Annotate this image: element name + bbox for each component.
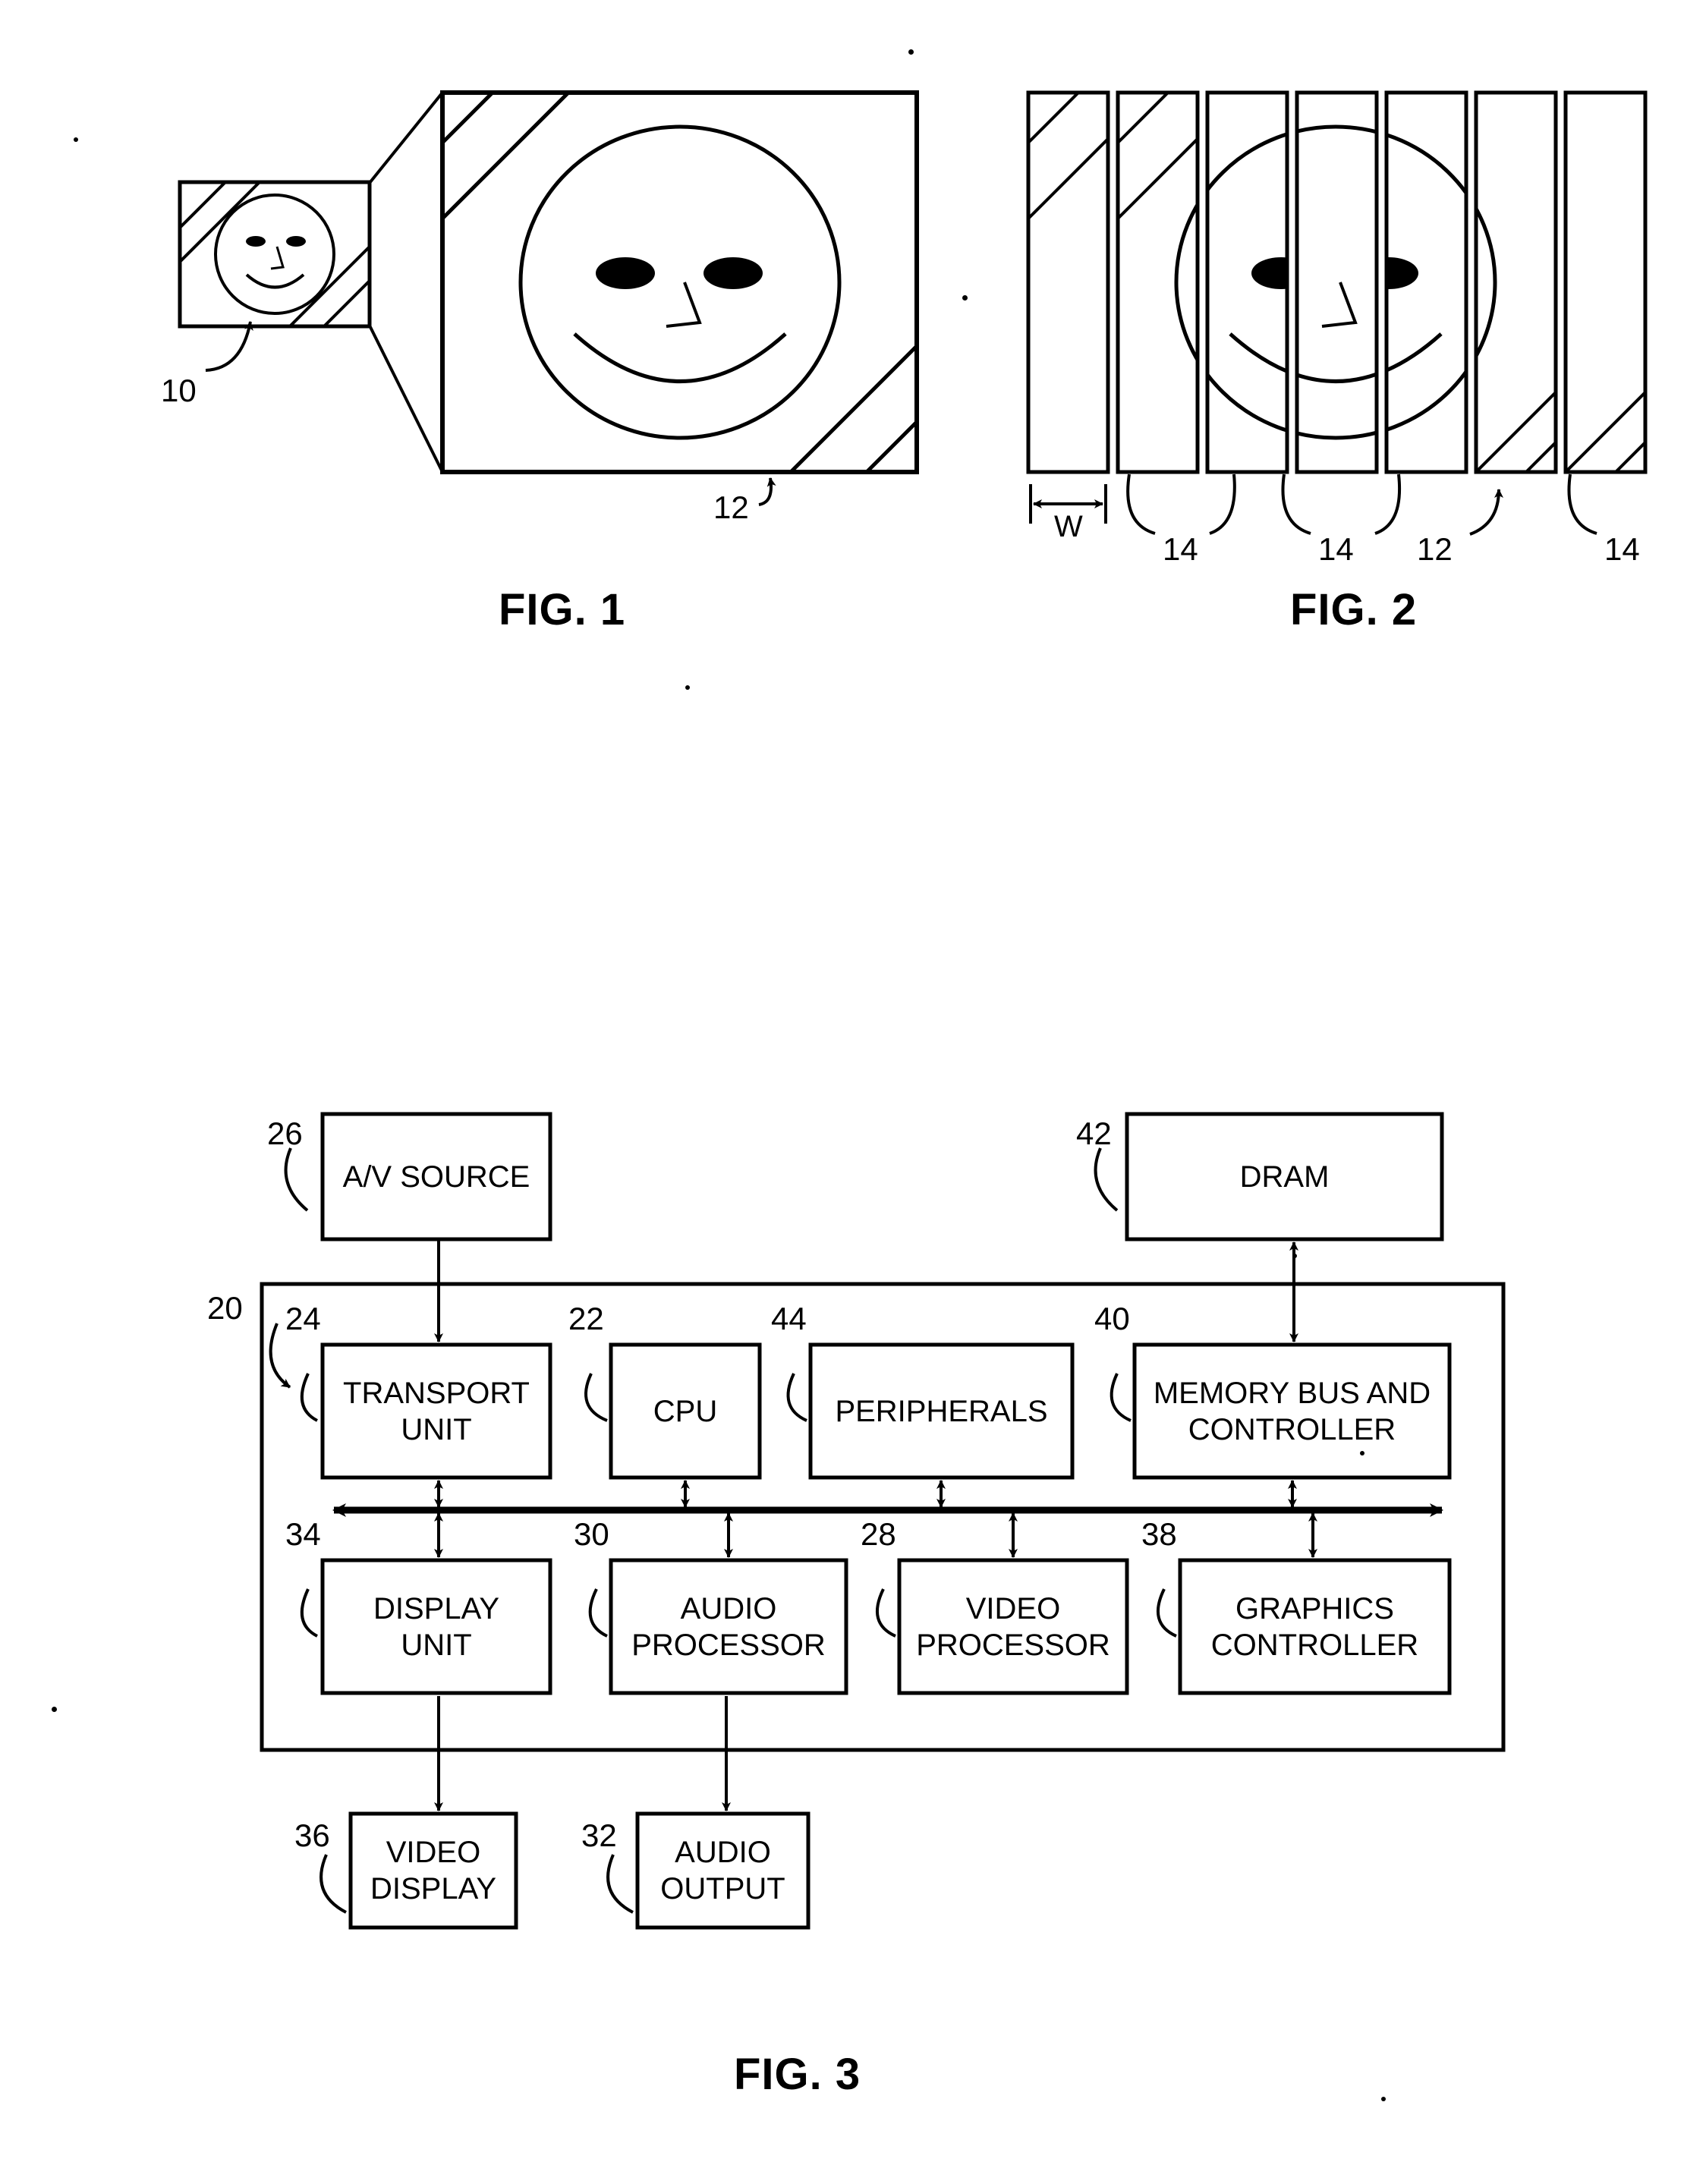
figure-3-leaders xyxy=(269,1147,1177,1914)
ref-numeral-14-a: 14 xyxy=(1163,531,1198,567)
figure-1-group xyxy=(178,90,919,506)
leader-12-fig1 xyxy=(758,477,776,506)
ref-numeral-12-fig1: 12 xyxy=(713,489,749,525)
leader-10 xyxy=(205,321,253,372)
corner-hatching-large xyxy=(442,93,917,472)
figure-2-group xyxy=(1026,90,1648,536)
ref-numeral-36: 36 xyxy=(294,1817,330,1853)
scan-speck xyxy=(908,49,914,55)
display-unit-label: DISPLAY UNIT xyxy=(373,1591,499,1662)
scan-speck xyxy=(1292,1254,1297,1258)
corner-hatching-small xyxy=(180,182,370,326)
leader-32 xyxy=(606,1854,634,1914)
leader-14-c xyxy=(1567,474,1597,535)
figure-2-leaders xyxy=(1126,474,1597,536)
patent-drawing-sheet: FIG. 1 FIG. 2 FIG. 3 10 12 W 14 14 12 14… xyxy=(0,0,1706,2184)
ref-numeral-10: 10 xyxy=(161,373,197,408)
ref-numeral-34: 34 xyxy=(285,1516,321,1552)
leader-12-fig2 xyxy=(1469,489,1503,536)
scan-speck xyxy=(685,685,690,690)
cpu-label: CPU xyxy=(653,1394,718,1428)
av-source-label: A/V SOURCE xyxy=(342,1160,530,1194)
leader-38 xyxy=(1157,1588,1177,1638)
small-framed-image xyxy=(178,180,372,329)
leader-14-a-left xyxy=(1126,474,1156,535)
transport-unit-label: TRANSPORT UNIT xyxy=(343,1376,530,1446)
ref-numeral-12-fig2: 12 xyxy=(1417,531,1453,567)
ref-numeral-14-b: 14 xyxy=(1318,531,1354,567)
leader-34 xyxy=(300,1588,318,1638)
audio-output-label: AUDIO OUTPUT xyxy=(660,1836,785,1905)
figure-3-caption: FIG. 3 xyxy=(734,2050,861,2099)
leader-36 xyxy=(319,1854,347,1914)
leader-14-b-left xyxy=(1281,474,1311,535)
smiley-face-large xyxy=(518,124,842,440)
smiley-face-sliced xyxy=(1174,124,1497,440)
leader-42 xyxy=(1094,1147,1119,1212)
ref-numeral-38: 38 xyxy=(1141,1516,1177,1552)
video-display-label: VIDEO DISPLAY xyxy=(370,1836,496,1905)
smiley-face-small xyxy=(214,194,335,315)
ref-numeral-24: 24 xyxy=(285,1301,321,1336)
figure-linework xyxy=(178,90,1648,1930)
leader-26 xyxy=(284,1147,309,1212)
ref-numeral-32: 32 xyxy=(581,1817,617,1853)
scan-speck xyxy=(1360,1451,1364,1455)
strip-6 xyxy=(1474,90,1558,474)
ref-numeral-42: 42 xyxy=(1076,1116,1112,1151)
video-processor-label: VIDEO PROCESSOR xyxy=(916,1591,1110,1662)
leader-14-a-right xyxy=(1209,474,1236,535)
strip-width-label: W xyxy=(1054,510,1083,543)
ref-numeral-28: 28 xyxy=(861,1516,896,1552)
strip-hatching xyxy=(1028,93,1645,472)
ref-numeral-44: 44 xyxy=(771,1301,807,1336)
ref-numeral-14-c: 14 xyxy=(1604,531,1640,567)
leader-22 xyxy=(584,1373,608,1422)
ref-numeral-20: 20 xyxy=(207,1290,243,1326)
scan-speck xyxy=(74,137,78,142)
graphics-controller-label: GRAPHICS CONTROLLER xyxy=(1210,1591,1419,1662)
dram-label: DRAM xyxy=(1239,1160,1330,1194)
ref-numeral-40: 40 xyxy=(1094,1301,1130,1336)
strip-4 xyxy=(1295,90,1379,474)
figure-2-caption: FIG. 2 xyxy=(1290,585,1418,634)
enlarged-framed-image xyxy=(440,90,919,474)
leader-30 xyxy=(588,1588,608,1638)
scan-speck xyxy=(52,1707,57,1712)
leader-14-b-right xyxy=(1374,474,1401,535)
leader-44 xyxy=(786,1373,807,1422)
leader-28 xyxy=(876,1588,896,1638)
magnification-callout-lines xyxy=(368,91,444,473)
scan-speck xyxy=(962,295,968,301)
audio-processor-label: AUDIO PROCESSOR xyxy=(631,1591,826,1662)
leader-24 xyxy=(300,1373,318,1422)
figure-1-caption: FIG. 1 xyxy=(499,585,626,634)
ref-numeral-26: 26 xyxy=(267,1116,303,1151)
leader-40 xyxy=(1110,1373,1132,1422)
ref-numeral-30: 30 xyxy=(574,1516,609,1552)
ref-numeral-22: 22 xyxy=(568,1301,604,1336)
strip-outlines xyxy=(1026,90,1648,474)
strip-7 xyxy=(1563,90,1648,474)
memory-bus-label: MEMORY BUS AND CONTROLLER xyxy=(1153,1376,1431,1446)
scan-speck xyxy=(1381,2097,1386,2101)
peripherals-label: PERIPHERALS xyxy=(835,1394,1048,1428)
